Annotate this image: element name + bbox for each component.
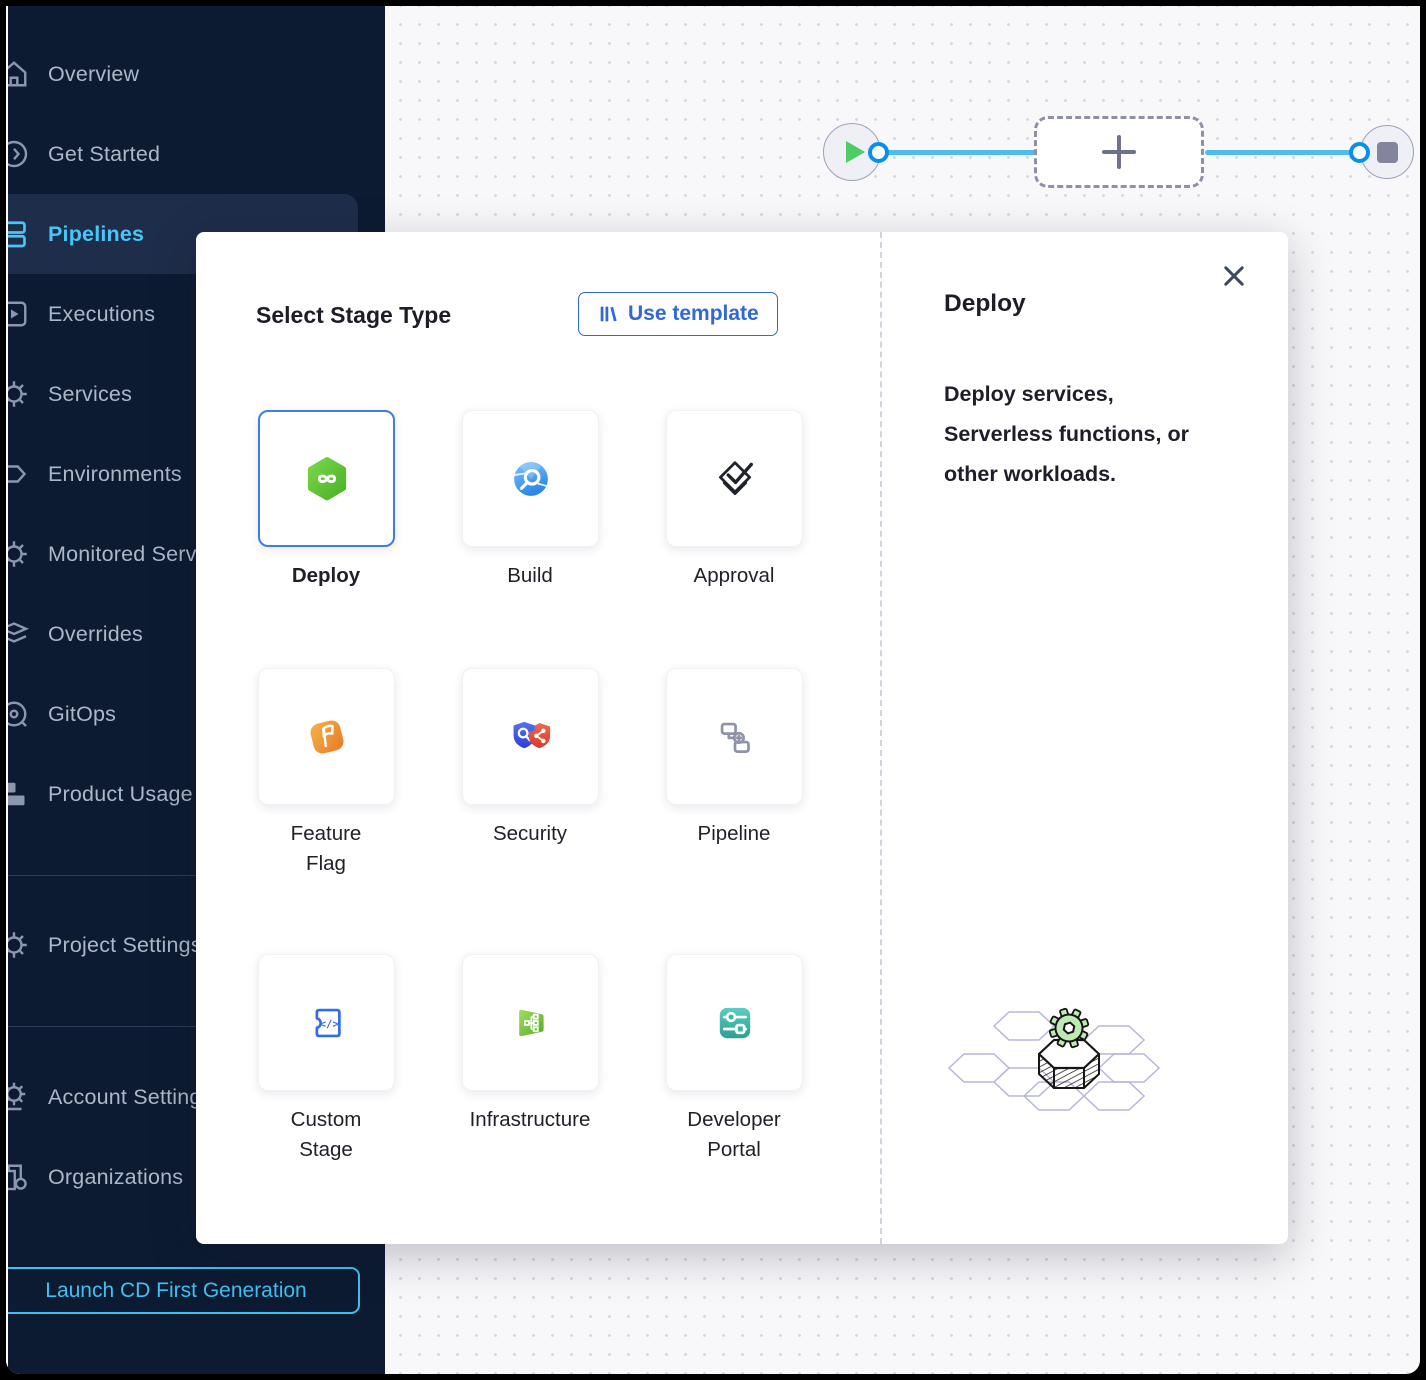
environments-icon [8, 456, 32, 492]
stage-card-infrastructure[interactable] [462, 954, 599, 1091]
services-gear-icon [8, 376, 32, 412]
template-library-icon [597, 303, 619, 325]
stop-icon [1377, 142, 1398, 163]
stage-label-developer-portal: Developer Portal [644, 1105, 824, 1165]
stage-card-developer-portal[interactable] [666, 954, 803, 1091]
stage-label-deploy: Deploy [236, 561, 416, 591]
window-edge-line [6, 6, 8, 1374]
stage-card-build[interactable] [462, 410, 599, 547]
stage-label-pipeline: Pipeline [644, 819, 824, 849]
deploy-hexagon-illustration [944, 990, 1194, 1140]
sidebar-item-label: Environments [8, 462, 182, 487]
sidebar-item-overview[interactable]: Overview [8, 34, 358, 114]
close-icon[interactable] [1216, 258, 1252, 294]
select-stage-modal: Select Stage Type Use template Deploy [196, 232, 1288, 1244]
stage-label-infrastructure: Infrastructure [440, 1105, 620, 1135]
monitored-services-icon [8, 536, 32, 572]
pipeline-chained-icon [708, 710, 762, 764]
infrastructure-icon [504, 996, 558, 1050]
stage-detail-description: Deploy services, Serverless functions, o… [944, 374, 1206, 494]
stage-card-feature-flag[interactable] [258, 668, 395, 805]
add-stage-node[interactable] [1034, 116, 1204, 188]
sidebar-item-get-started[interactable]: Get Started [8, 114, 358, 194]
account-settings-gear-icon [8, 1079, 32, 1115]
stage-card-pipeline[interactable] [666, 668, 803, 805]
stage-label-feature-flag: Feature Flag [236, 819, 416, 879]
gitops-icon [8, 696, 32, 732]
use-template-button[interactable]: Use template [578, 292, 778, 336]
connector-dot[interactable] [1349, 142, 1370, 163]
organization-icon [8, 1159, 32, 1195]
sidebar-item-label: Project Settings [8, 933, 202, 958]
build-icon [504, 452, 558, 506]
deploy-icon [300, 452, 354, 506]
connector-dot[interactable] [868, 142, 889, 163]
plus-icon [1102, 135, 1136, 169]
stage-card-deploy[interactable] [258, 410, 395, 547]
security-icon [504, 710, 558, 764]
stage-label-security: Security [440, 819, 620, 849]
launch-cd-first-gen-button[interactable]: Launch CD First Generation [8, 1267, 360, 1314]
developer-portal-icon [708, 996, 762, 1050]
pipeline-edge [877, 150, 1037, 155]
stage-card-security[interactable] [462, 668, 599, 805]
stage-label-custom-stage: Custom Stage [236, 1105, 416, 1165]
sidebar-item-label: Account Settings [8, 1085, 213, 1110]
stage-detail-title: Deploy [944, 290, 1026, 318]
stage-label-approval: Approval [644, 561, 824, 591]
home-icon [8, 56, 32, 92]
feature-flag-icon [300, 710, 354, 764]
stage-label-build: Build [440, 561, 620, 591]
sidebar-item-label: Product Usage [8, 782, 193, 807]
play-icon [846, 141, 865, 163]
stage-card-approval[interactable] [666, 410, 803, 547]
modal-title: Select Stage Type [256, 302, 451, 329]
product-usage-icon [8, 776, 32, 812]
overrides-icon [8, 616, 32, 652]
custom-stage-icon: </> [300, 996, 354, 1050]
executions-icon [8, 296, 32, 332]
project-settings-gear-icon [8, 927, 32, 963]
approval-icon [708, 452, 762, 506]
sidebar-item-label: Organizations [8, 1165, 183, 1190]
pipelines-icon [8, 216, 32, 252]
modal-divider [880, 232, 882, 1244]
app-window: Overview Get Started Pipelines Execution… [6, 6, 1420, 1374]
svg-text:</>: </> [319, 1017, 338, 1030]
stage-card-custom-stage[interactable]: </> [258, 954, 395, 1091]
pipeline-edge [1205, 150, 1353, 155]
get-started-icon [8, 136, 32, 172]
